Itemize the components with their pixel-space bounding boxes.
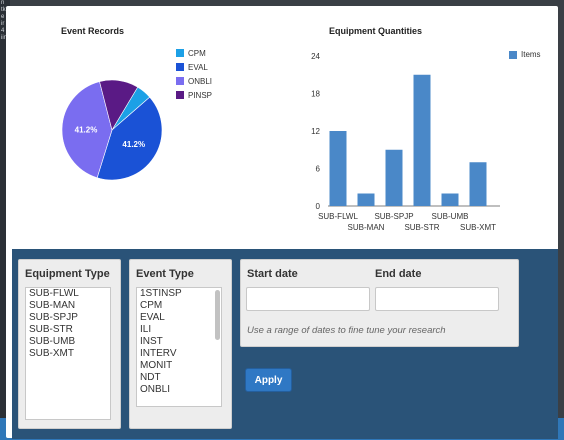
bar-sub-spjp [385,149,403,206]
equipment-type-label: Equipment Type [25,268,110,280]
equipment-option[interactable]: SUB-STR [26,324,110,336]
event-option[interactable]: ILI [137,324,221,336]
legend-swatch [509,50,517,59]
event-option[interactable]: ONBLI [137,384,221,396]
equipment-option[interactable]: SUB-XMT [26,348,110,360]
x-tick-label: SUB-SPJP [374,212,413,221]
equipment-type-filter: Equipment Type SUB-FLWL SUB-MAN SUB-SPJP… [18,259,121,429]
x-tick-label: SUB-FLWL [318,212,358,221]
end-date-label: End date [375,268,422,280]
x-tick-label: SUB-UMB [432,212,469,221]
end-date-input[interactable] [375,287,499,311]
legend-swatch [176,49,184,57]
event-option[interactable]: EVAL [137,312,221,324]
event-type-listbox[interactable]: 1STINSP CPM EVAL ILI INST INTERV MONIT N… [136,287,222,407]
bar-sub-str [413,74,431,206]
legend-item-pinsp[interactable]: PINSP [176,88,212,102]
y-tick-label: 0 [316,202,321,211]
y-tick-label: 6 [316,165,321,174]
event-type-label: Event Type [136,268,194,280]
equipment-quantities-bar-chart: 0 6 12 18 24 SUB-FLWL SUB-MAN SUB-SPJP SUB-STR SU… [311,52,500,232]
event-option[interactable]: 1STINSP [137,288,221,300]
x-tick-label: SUB-MAN [348,223,385,232]
pie-chart-title: Event Records [61,26,125,36]
start-date-input[interactable] [246,287,370,311]
legend-label: Items [521,50,541,59]
pie-legend: CPM EVAL ONBLI PINSP [176,46,212,102]
legend-swatch [176,91,184,99]
apply-button[interactable]: Apply [245,368,292,392]
legend-item-onbli[interactable]: ONBLI [176,74,212,88]
y-tick-label: 18 [311,90,320,99]
bar-legend[interactable]: Items [509,50,541,59]
legend-swatch [176,77,184,85]
event-type-filter: Event Type 1STINSP CPM EVAL ILI INST INT… [129,259,232,429]
legend-item-cpm[interactable]: CPM [176,46,212,60]
event-option[interactable]: NDT [137,372,221,384]
legend-swatch [176,63,184,71]
event-option[interactable]: INTERV [137,348,221,360]
bar-chart-title: Equipment Quantities [329,26,423,36]
x-tick-label: SUB-STR [404,223,439,232]
equipment-option[interactable]: SUB-MAN [26,300,110,312]
event-option[interactable]: INST [137,336,221,348]
equipment-option[interactable]: SUB-FLWL [26,288,110,300]
pie-data-label: 41.2% [75,125,98,134]
bar-sub-man [357,193,375,206]
equipment-option[interactable]: SUB-UMB [26,336,110,348]
event-option[interactable]: CPM [137,300,221,312]
event-list-scrollbar[interactable] [215,290,220,340]
pie-data-label: 41.2% [122,140,145,149]
x-tick-label: SUB-XMT [460,223,496,232]
legend-label: EVAL [188,62,208,72]
legend-item-eval[interactable]: EVAL [176,60,212,74]
legend-label: CPM [188,48,206,58]
start-date-label: Start date [247,268,298,280]
filter-section: Equipment Type SUB-FLWL SUB-MAN SUB-SPJP… [12,249,558,439]
bar-sub-umb [441,193,459,206]
equipment-option[interactable]: SUB-SPJP [26,312,110,324]
report-panel: Event Records 41.2% 41.2% CPM EVAL ONBLI … [6,6,558,439]
legend-label: ONBLI [188,76,213,86]
equipment-type-listbox[interactable]: SUB-FLWL SUB-MAN SUB-SPJP SUB-STR SUB-UM… [25,287,111,420]
y-tick-label: 12 [311,127,320,136]
date-range-filter: Start date End date Use a range of dates… [240,259,519,347]
y-tick-label: 24 [311,52,320,61]
event-option[interactable]: MONIT [137,360,221,372]
legend-label: PINSP [188,90,213,100]
bar-sub-flwl [329,131,347,206]
bar-sub-xmt [469,162,487,206]
event-records-pie-chart: 41.2% 41.2% [61,79,163,181]
date-range-hint: Use a range of dates to fine tune your r… [247,325,446,336]
